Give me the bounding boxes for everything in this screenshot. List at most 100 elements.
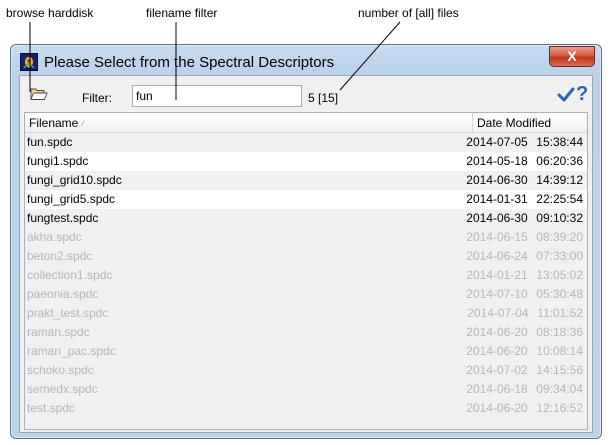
date-value: 2014-06-18 xyxy=(466,382,528,396)
filename-cell: fun.spdc xyxy=(27,135,73,149)
callout-browse-harddisk: browse harddisk xyxy=(6,6,94,20)
date-value: 2014-07-10 xyxy=(466,287,528,301)
date-value: 2014-06-30 xyxy=(466,173,528,187)
date-value: 2014-06-20 xyxy=(466,344,528,358)
filename-cell: akha.spdc xyxy=(27,230,82,244)
filename-cell: beton2.spdc xyxy=(27,249,93,263)
date-modified-cell: 2014-06-20 12:16:52 xyxy=(464,399,587,418)
date-modified-cell: 2014-07-10 05:30:48 xyxy=(464,285,587,304)
table-row[interactable]: collection1.spdc 2014-01-21 13:05:02 xyxy=(25,266,587,285)
time-value: 08:18:36 xyxy=(536,325,583,339)
date-modified-cell: 2014-07-04 11:01:52 xyxy=(465,304,587,323)
time-value: 07:33:00 xyxy=(536,249,583,263)
table-row[interactable]: raman_pac.spdc 2014-06-20 10:08:14 xyxy=(25,342,587,361)
filename-cell: collection1.spdc xyxy=(27,268,113,282)
table-row[interactable]: beton2.spdc 2014-06-24 07:33:00 xyxy=(25,247,587,266)
time-value: 05:30:48 xyxy=(536,287,583,301)
dialog-window: Please Select from the Spectral Descript… xyxy=(10,44,602,439)
time-value: 09:34:04 xyxy=(536,382,583,396)
table-row[interactable]: semedx.spdc 2014-06-18 09:34:04 xyxy=(25,380,587,399)
checkmark-icon[interactable] xyxy=(557,86,575,104)
filename-cell: fungi1.spdc xyxy=(27,154,89,168)
date-modified-cell: 2014-05-18 06:20:36 xyxy=(464,152,587,171)
title-bar[interactable]: Please Select from the Spectral Descript… xyxy=(11,45,601,77)
filter-input[interactable] xyxy=(132,85,302,107)
callout-file-count: number of [all] files xyxy=(358,6,459,20)
time-value: 12:16:52 xyxy=(536,401,583,415)
date-modified-cell: 2014-06-30 09:10:32 xyxy=(464,209,587,228)
date-value: 2014-07-04 xyxy=(467,306,529,320)
date-modified-cell: 2014-06-20 10:08:14 xyxy=(464,342,587,361)
filename-cell: test.spdc xyxy=(27,401,76,415)
table-row[interactable]: prakt_test.spdc 2014-07-04 11:01:52 xyxy=(25,304,587,323)
time-value: 14:39:12 xyxy=(536,173,583,187)
time-value: 08:39:20 xyxy=(536,230,583,244)
date-value: 2014-01-21 xyxy=(466,268,528,282)
filename-cell: fungtest.spdc xyxy=(27,211,99,225)
date-value: 2014-05-18 xyxy=(466,154,528,168)
column-label-date: Date Modified xyxy=(477,116,552,130)
callout-filename-filter: filename filter xyxy=(146,6,218,20)
column-header-filename[interactable]: Filename ∕ xyxy=(25,113,473,132)
table-row[interactable]: raman.spdc 2014-06-20 08:18:36 xyxy=(25,323,587,342)
date-value: 2014-06-15 xyxy=(466,230,528,244)
date-value: 2014-07-02 xyxy=(466,363,528,377)
table-row[interactable]: fungi1.spdc 2014-05-18 06:20:36 xyxy=(25,152,587,171)
date-modified-cell: 2014-07-05 15:38:44 xyxy=(464,133,587,152)
date-modified-cell: 2014-06-24 07:33:00 xyxy=(464,247,587,266)
filename-cell: raman.spdc xyxy=(27,325,90,339)
table-row[interactable]: fun.spdc 2014-07-05 15:38:44 xyxy=(25,133,587,152)
date-modified-cell: 2014-06-15 08:39:20 xyxy=(464,228,587,247)
time-value: 10:08:14 xyxy=(536,344,583,358)
filter-label: Filter: xyxy=(82,91,112,105)
table-row[interactable]: fungi_grid10.spdc 2014-06-30 14:39:12 xyxy=(25,171,587,190)
file-table: Filename ∕ Date Modified fun.spdc 2014-07-… xyxy=(24,112,588,430)
date-modified-cell: 2014-06-20 08:18:36 xyxy=(464,323,587,342)
help-icon[interactable]: ? xyxy=(576,83,588,106)
column-header-date-modified[interactable]: Date Modified xyxy=(473,113,587,132)
dialog-content: Filter: 5 [15] ? Filename∕ Date Modified… xyxy=(19,75,593,433)
time-value: 09:10:32 xyxy=(536,211,583,225)
filename-cell: paeonia.spdc xyxy=(27,287,99,301)
table-row[interactable]: test.spdc 2014-06-20 12:16:52 xyxy=(25,399,587,418)
filename-cell: fungi_grid5.spdc xyxy=(27,192,116,206)
date-value: 2014-06-20 xyxy=(466,325,528,339)
table-row[interactable]: fungi_grid5.spdc 2014-01-31 22:25:54 xyxy=(25,190,587,209)
table-row[interactable]: paeonia.spdc 2014-07-10 05:30:48 xyxy=(25,285,587,304)
filename-cell: semedx.spdc xyxy=(27,382,98,396)
table-header: Filename ∕ Date Modified xyxy=(25,113,587,133)
open-folder-icon[interactable] xyxy=(30,87,48,101)
table-row[interactable]: fungtest.spdc 2014-06-30 09:10:32 xyxy=(25,209,587,228)
date-modified-cell: 2014-06-18 09:34:04 xyxy=(464,380,587,399)
window-title: Please Select from the Spectral Descript… xyxy=(44,54,335,71)
toolbar: Filter: 5 [15] ? xyxy=(20,76,592,112)
date-value: 2014-06-30 xyxy=(466,211,528,225)
column-label-filename: Filename xyxy=(29,116,79,130)
time-value: 11:01:52 xyxy=(537,306,583,320)
date-modified-cell: 2014-01-31 22:25:54 xyxy=(464,190,587,209)
time-value: 13:05:02 xyxy=(536,268,583,282)
time-value: 06:20:36 xyxy=(536,154,583,168)
time-value: 15:38:44 xyxy=(536,135,583,149)
time-value: 14:15:56 xyxy=(536,363,583,377)
table-row[interactable]: schoko.spdc 2014-07-02 14:15:56 xyxy=(25,361,587,380)
date-modified-cell: 2014-07-02 14:15:56 xyxy=(464,361,587,380)
filename-cell: fungi_grid10.spdc xyxy=(27,173,122,187)
close-button[interactable]: X xyxy=(549,46,595,67)
file-count: 5 [15] xyxy=(308,91,339,105)
table-body: fun.spdc 2014-07-05 15:38:44 fungi1.spdc 201… xyxy=(25,133,587,418)
date-value: 2014-06-24 xyxy=(466,249,528,263)
filename-cell: prakt_test.spdc xyxy=(27,306,109,320)
filename-cell: schoko.spdc xyxy=(27,363,94,377)
close-icon: X xyxy=(567,48,577,64)
date-modified-cell: 2014-06-30 14:39:12 xyxy=(464,171,587,190)
filename-cell: raman_pac.spdc xyxy=(27,344,116,358)
date-value: 2014-06-20 xyxy=(466,401,528,415)
app-logo-icon xyxy=(20,53,38,71)
table-row[interactable]: akha.spdc 2014-06-15 08:39:20 xyxy=(25,228,587,247)
date-value: 2014-07-05 xyxy=(466,135,528,149)
sort-ascending-icon: ∕ xyxy=(82,119,84,128)
date-value: 2014-01-31 xyxy=(466,192,528,206)
date-modified-cell: 2014-01-21 13:05:02 xyxy=(464,266,587,285)
time-value: 22:25:54 xyxy=(536,192,583,206)
